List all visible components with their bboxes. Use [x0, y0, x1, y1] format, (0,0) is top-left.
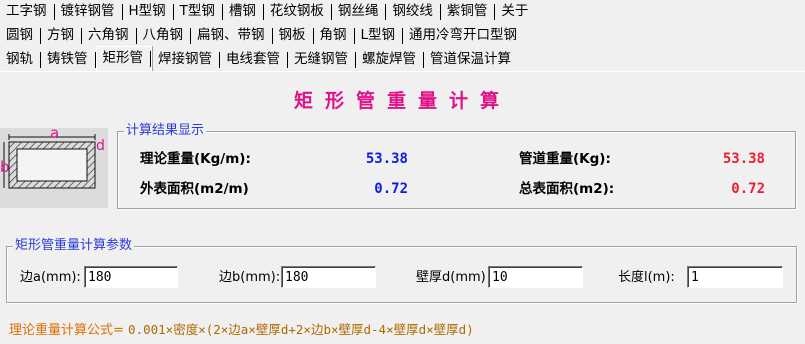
total-area-value: 0.72: [731, 181, 765, 197]
tab-square-steel[interactable]: 方钢: [41, 24, 82, 48]
tab-divider: [0, 71, 805, 72]
length-input[interactable]: [687, 266, 783, 288]
formula-line: 理论重量计算公式= 0.001×密度×(2×边a×壁厚d+2×边b×壁厚d-4×…: [9, 321, 474, 340]
tab-octagon-steel[interactable]: 八角钢: [137, 24, 192, 48]
tab-welded-pipe[interactable]: 焊接钢管: [152, 48, 220, 72]
tab-row-1: 工字钢 镀锌钢管 H型钢 T型钢 槽钢 花纹钢板 钢丝绳 钢绞线 紫铜管 关于: [0, 0, 536, 24]
side-a-label: 边a(mm):: [20, 270, 81, 285]
tab-rectangular-pipe[interactable]: 矩形管: [95, 46, 152, 72]
side-b-input[interactable]: [281, 266, 376, 288]
tab-about[interactable]: 关于: [495, 0, 536, 24]
tab-strip: 工字钢 镀锌钢管 H型钢 T型钢 槽钢 花纹钢板 钢丝绳 钢绞线 紫铜管 关于 …: [0, 0, 805, 72]
tab-i-beam[interactable]: 工字钢: [0, 0, 55, 24]
pipe-weight-label: 管道重量(Kg):: [519, 151, 611, 167]
results-legend: 计算结果显示: [124, 123, 207, 139]
tab-hexagon-steel[interactable]: 六角钢: [82, 24, 137, 48]
diagram-label-a: a: [50, 128, 59, 142]
wall-thickness-input[interactable]: [488, 266, 583, 288]
tab-steel-plate[interactable]: 钢板: [273, 24, 314, 48]
tab-angle-steel[interactable]: 角钢: [314, 24, 355, 48]
tab-spiral-welded-pipe[interactable]: 螺旋焊管: [356, 48, 424, 72]
tab-h-beam[interactable]: H型钢: [123, 0, 174, 24]
length-label: 长度l(m):: [618, 270, 675, 285]
total-area-label: 总表面积(m2):: [519, 181, 615, 197]
tab-l-steel[interactable]: L型钢: [355, 24, 404, 48]
formula-text: 0.001×密度×(2×边a×壁厚d+2×边b×壁厚d-4×壁厚d×壁厚d): [128, 322, 474, 337]
tab-t-beam[interactable]: T型钢: [174, 0, 224, 24]
formula-label: 理论重量计算公式=: [9, 323, 124, 338]
tab-copper-pipe[interactable]: 紫铜管: [441, 0, 496, 24]
tab-wire-rope[interactable]: 钢丝绳: [332, 0, 387, 24]
diagram-label-d: d: [96, 138, 105, 154]
tab-strand[interactable]: 钢绞线: [386, 0, 441, 24]
side-a-input[interactable]: [84, 266, 178, 288]
tab-checkered-plate[interactable]: 花纹钢板: [264, 0, 332, 24]
tab-seamless-pipe[interactable]: 无缝钢管: [288, 48, 356, 72]
tab-round-steel[interactable]: 圆钢: [0, 24, 41, 48]
wall-thickness-label: 壁厚d(mm): [416, 270, 486, 285]
pipe-weight-value: 53.38: [722, 151, 765, 167]
side-b-label: 边b(mm):: [219, 270, 281, 285]
tab-row-2: 圆钢 方钢 六角钢 八角钢 扁钢、带钢 钢板 角钢 L型钢 通用冷弯开口型钢: [0, 24, 525, 48]
tab-conduit[interactable]: 电线套管: [220, 48, 288, 72]
tab-flat-steel[interactable]: 扁钢、带钢: [191, 24, 273, 48]
tab-row-3: 钢轨 铸铁管 矩形管 焊接钢管 电线套管 无缝钢管 螺旋焊管 管道保温计算: [0, 46, 519, 72]
tab-cast-iron-pipe[interactable]: 铸铁管: [41, 48, 96, 72]
tab-rail[interactable]: 钢轨: [0, 48, 41, 72]
theory-weight-label: 理论重量(Kg/m):: [140, 151, 251, 167]
params-legend: 矩形管重量计算参数: [13, 238, 135, 254]
outer-area-label: 外表面积(m2/m): [140, 181, 249, 197]
tab-pipe-insulation[interactable]: 管道保温计算: [424, 48, 519, 72]
outer-area-value: 0.72: [374, 181, 408, 197]
tab-cold-formed-section[interactable]: 通用冷弯开口型钢: [403, 24, 525, 48]
theory-weight-value: 53.38: [365, 151, 408, 167]
tab-galvanized-pipe[interactable]: 镀锌钢管: [55, 0, 123, 24]
tab-channel-steel[interactable]: 槽钢: [223, 0, 264, 24]
rectangular-pipe-diagram: a b d: [0, 128, 108, 208]
diagram-label-b: b: [0, 158, 10, 176]
page-title: 矩形管重量计算: [293, 90, 511, 112]
